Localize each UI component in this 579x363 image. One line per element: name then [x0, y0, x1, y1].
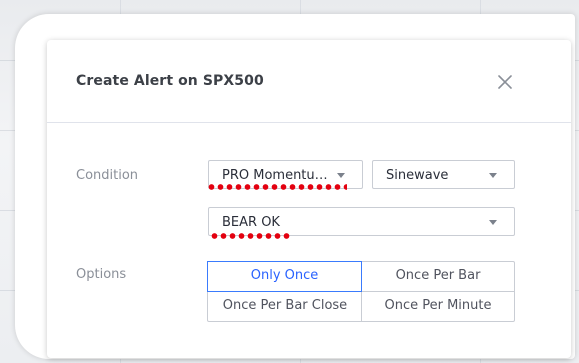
- signal-select-value: BEAR OK: [222, 215, 280, 230]
- options-label: Options: [76, 267, 127, 282]
- chevron-down-icon: [337, 173, 345, 178]
- close-icon: [498, 75, 512, 89]
- plot-select[interactable]: Sinewave: [372, 160, 515, 189]
- options-grid: Only Once Once Per Bar Once Per Bar Clos…: [207, 261, 515, 322]
- chevron-down-icon: [489, 220, 497, 225]
- annotation-underline: [207, 184, 347, 190]
- signal-select[interactable]: BEAR OK: [208, 207, 515, 236]
- option-only-once[interactable]: Only Once: [207, 261, 362, 292]
- annotation-underline: [210, 233, 292, 239]
- option-once-per-minute[interactable]: Once Per Minute: [361, 292, 515, 322]
- close-button[interactable]: [496, 73, 514, 91]
- dialog-header: Create Alert on SPX500: [47, 40, 571, 123]
- indicator-select-value: PRO Momentu…: [222, 168, 328, 183]
- option-once-per-bar[interactable]: Once Per Bar: [361, 262, 515, 292]
- plot-select-value: Sinewave: [386, 168, 449, 183]
- option-once-per-bar-close[interactable]: Once Per Bar Close: [208, 292, 362, 322]
- create-alert-dialog: Create Alert on SPX500 Condition PRO Mom…: [47, 40, 571, 358]
- condition-label: Condition: [76, 168, 139, 183]
- chevron-down-icon: [489, 173, 497, 178]
- dialog-title: Create Alert on SPX500: [76, 73, 264, 89]
